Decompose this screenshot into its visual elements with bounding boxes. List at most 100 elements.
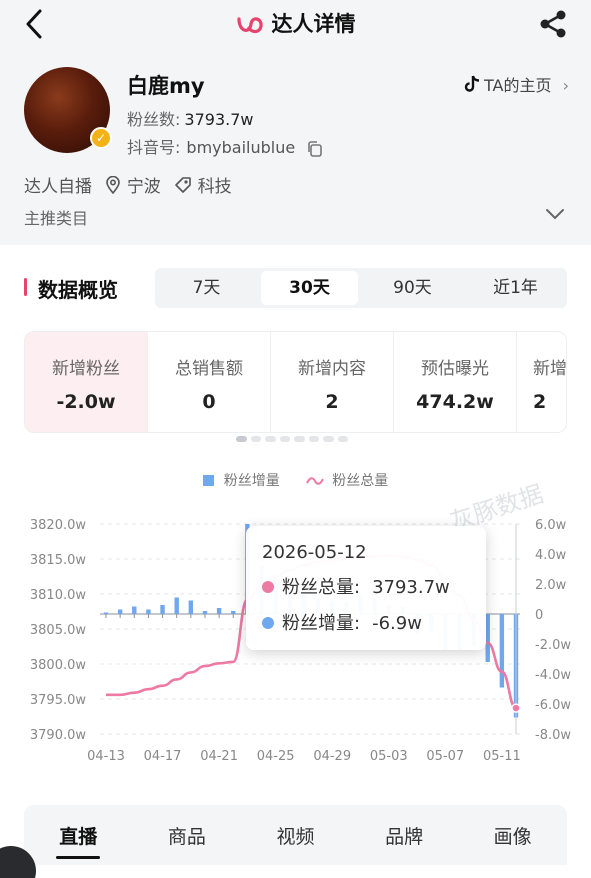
metric-card[interactable]: 预估曝光 474.2w: [394, 332, 517, 432]
share-icon[interactable]: [537, 8, 569, 40]
metric-label: 总销售额: [175, 359, 243, 379]
metric-card[interactable]: 新增粉丝 -2.0w: [25, 332, 148, 432]
y-right-tick-label: 4.0w: [535, 548, 567, 563]
header-bar: 达人详情: [0, 0, 591, 48]
chevron-right-icon: ›: [562, 76, 569, 95]
tooltip-delta-dot: [262, 617, 274, 629]
metrics-cards: 新增粉丝 -2.0w 总销售额 0 新增内容 2 预估曝光 474.2w 新增 …: [24, 331, 567, 433]
period-7d[interactable]: 7天: [158, 271, 255, 305]
hover-point: [511, 703, 521, 713]
chart-tooltip: 2026-05-12 粉丝总量: 3793.7w 粉丝增量: -6.9w: [246, 526, 486, 650]
fans-delta-bar: [103, 612, 109, 614]
tooltip-delta-value: -6.9w: [372, 613, 422, 634]
brand-logo-icon: [236, 17, 263, 34]
tooltip-row-total: 粉丝总量: 3793.7w: [262, 573, 470, 599]
tag-category: 科技: [197, 177, 232, 197]
fans-delta-bar: [174, 597, 179, 614]
carousel-dot: [308, 436, 319, 442]
period-90d[interactable]: 90天: [364, 271, 461, 305]
carousel-dot: [250, 436, 261, 442]
tiktok-icon: [464, 75, 480, 92]
fans-count-row: 粉丝数: 3793.7w: [127, 106, 253, 130]
x-tick-label: 04-17: [144, 749, 182, 764]
tooltip-total-value: 3793.7w: [372, 577, 450, 598]
tag-location: 宁波: [126, 177, 161, 197]
y-right-tick-label: 2.0w: [535, 578, 567, 593]
page-title: 达人详情: [271, 12, 356, 36]
chevron-down-icon[interactable]: [545, 207, 565, 221]
metric-value: 0: [202, 391, 216, 413]
tooltip-total-label: 粉丝总量:: [282, 577, 361, 598]
y-left-tick-label: 3790.0w: [30, 728, 86, 743]
y-left-tick-label: 3800.0w: [30, 658, 86, 673]
douyin-id-value: bmybailublue: [186, 138, 296, 157]
douyin-id-label: 抖音号:: [127, 138, 181, 157]
fans-value: 3793.7w: [184, 110, 254, 129]
tag-type: 达人自播: [24, 177, 92, 197]
fans-delta-bar: [132, 606, 137, 614]
metric-card[interactable]: 总销售额 0: [148, 332, 271, 432]
period-1y[interactable]: 近1年: [467, 271, 564, 305]
tags-row: 达人自播 宁波 科技: [24, 172, 240, 197]
y-right-tick-label: 0: [535, 608, 543, 623]
x-tick-label: 05-07: [426, 749, 464, 764]
metric-value: 2: [325, 391, 339, 413]
y-right-tick-label: -6.0w: [535, 698, 571, 713]
metric-value: -2.0w: [56, 391, 116, 413]
x-tick-label: 04-25: [257, 749, 295, 764]
y-right-tick-label: -4.0w: [535, 668, 571, 683]
homepage-label: TA的主页: [484, 76, 552, 95]
x-tick-label: 05-03: [370, 749, 408, 764]
y-right-tick-label: -8.0w: [535, 728, 571, 743]
category-label: 主推类目: [24, 209, 89, 228]
metric-label: 新增: [533, 359, 567, 379]
tab-products[interactable]: 商品: [133, 822, 242, 849]
tooltip-delta-label: 粉丝增量:: [282, 613, 361, 634]
tab-videos[interactable]: 视频: [241, 822, 350, 849]
tag-icon: [175, 177, 192, 193]
carousel-dot: [323, 436, 334, 442]
metric-value: 474.2w: [416, 391, 494, 413]
y-right-tick-label: 6.0w: [535, 518, 567, 533]
carousel-dot: [236, 436, 247, 442]
metric-card[interactable]: 新增 2: [517, 332, 567, 432]
homepage-link[interactable]: TA的主页 ›: [464, 72, 569, 96]
tab-live[interactable]: 直播: [24, 822, 133, 859]
douyin-id-row: 抖音号: bmybailublue: [127, 134, 324, 158]
avatar[interactable]: ✓: [24, 67, 112, 153]
carousel-dot: [265, 436, 276, 442]
tooltip-date: 2026-05-12: [262, 542, 367, 563]
y-left-tick-label: 3810.0w: [30, 588, 86, 603]
fans-label: 粉丝数:: [127, 110, 181, 129]
y-left-tick-label: 3820.0w: [30, 518, 86, 533]
bottom-tabs: 直播 商品 视频 品牌 画像: [24, 805, 567, 865]
x-tick-label: 04-29: [313, 749, 351, 764]
carousel-indicator: [236, 436, 348, 444]
fans-delta-bar: [188, 600, 194, 614]
fans-delta-bar: [231, 611, 236, 614]
section-title: 数据概览: [24, 274, 118, 303]
tab-portrait[interactable]: 画像: [458, 822, 567, 849]
bar-legend-swatch: [202, 475, 214, 486]
metric-card[interactable]: 新增内容 2: [271, 332, 394, 432]
location-icon: [106, 175, 121, 195]
period-30d[interactable]: 30天: [261, 271, 358, 305]
x-tick-label: 05-11: [483, 749, 521, 764]
y-left-tick-label: 3815.0w: [30, 553, 86, 568]
y-right-tick-label: -2.0w: [535, 638, 571, 653]
y-left-tick-label: 3795.0w: [30, 693, 86, 708]
verified-badge-icon: ✓: [90, 127, 112, 149]
copy-icon[interactable]: [306, 140, 324, 158]
x-tick-label: 04-13: [87, 749, 125, 764]
fans-delta-bar: [485, 614, 490, 662]
header-title-wrap: 达人详情: [0, 8, 591, 38]
line-legend-swatch: [306, 477, 325, 485]
fans-delta-bar: [216, 608, 222, 614]
tab-brands[interactable]: 品牌: [350, 822, 459, 849]
fans-delta-bar: [117, 609, 123, 614]
y-left-tick-label: 3805.0w: [30, 623, 86, 638]
bar-legend-label: 粉丝增量: [223, 473, 280, 489]
tooltip-total-dot: [262, 581, 274, 593]
metric-label: 预估曝光: [421, 359, 489, 379]
line-legend-label: 粉丝总量: [332, 473, 389, 489]
